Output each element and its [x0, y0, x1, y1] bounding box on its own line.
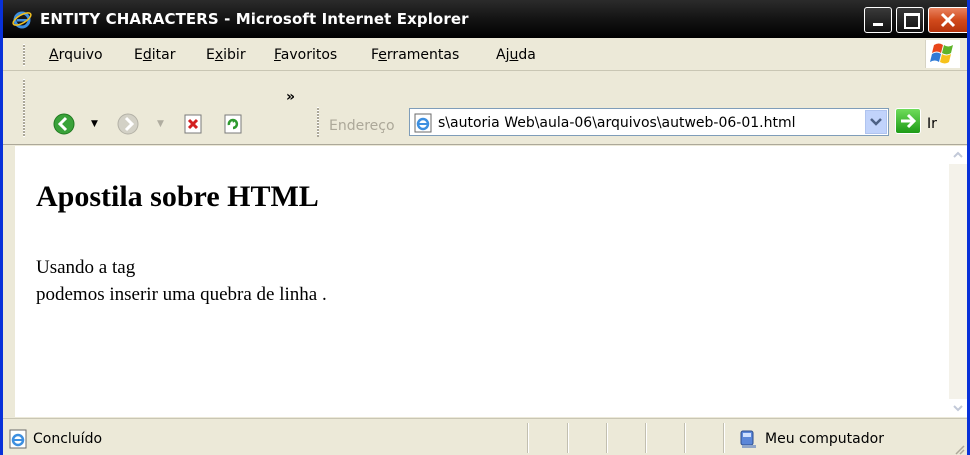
menubar-grip[interactable] [23, 44, 25, 66]
computer-zone-icon [740, 430, 756, 448]
scroll-up-button[interactable] [949, 146, 967, 164]
windows-flag-logo [925, 40, 960, 68]
window-title: ENTITY CHARACTERS - Microsoft Internet E… [40, 10, 469, 28]
menu-editar[interactable]: Editar [134, 46, 175, 64]
back-arrow-icon [53, 113, 75, 135]
minimize-icon [873, 23, 883, 26]
address-bar[interactable]: s\autoria Web\aula-06\arquivos\autweb-06… [409, 108, 889, 136]
menu-favoritos[interactable]: Favoritos [274, 46, 337, 64]
close-icon [940, 12, 956, 28]
back-button[interactable] [53, 113, 75, 139]
scroll-down-button[interactable] [949, 399, 967, 417]
forward-button[interactable] [117, 113, 139, 139]
address-input[interactable]: s\autoria Web\aula-06\arquivos\autweb-06… [438, 114, 796, 132]
toolbar-overflow-chevron-icon[interactable]: » [286, 89, 295, 105]
address-dropdown-button[interactable] [865, 110, 887, 134]
toolbar: ▼ ▼ » Endereço s\autoria Web\aula-06\arq… [3, 71, 967, 145]
stop-button[interactable] [183, 114, 203, 138]
page-done-icon [9, 429, 27, 449]
menu-bar: Arquivo Editar Exibir Favoritos Ferramen… [3, 38, 967, 71]
stop-icon [184, 114, 202, 134]
minimize-button[interactable] [864, 7, 892, 33]
resize-grip-icon[interactable] [953, 443, 965, 455]
go-button[interactable] [895, 108, 921, 134]
status-separator [606, 423, 608, 453]
refresh-button[interactable] [223, 114, 243, 138]
menu-exibir[interactable]: Exibir [206, 46, 246, 64]
browser-window: ENTITY CHARACTERS - Microsoft Internet E… [0, 0, 970, 455]
menu-ferramentas[interactable]: Ferramentas [371, 46, 459, 64]
maximize-button[interactable] [896, 7, 924, 33]
windows-flag-icon [930, 43, 953, 64]
paragraph-line-1: Usando a tag [36, 257, 136, 278]
page-heading: Apostila sobre HTML [36, 180, 319, 213]
forward-arrow-icon [117, 113, 139, 135]
status-bar: Concluído Meu computador [3, 418, 967, 455]
address-label: Endereço [329, 118, 395, 134]
page-content: Apostila sobre HTML Usando a tag podemos … [15, 146, 949, 417]
scroll-up-icon [953, 151, 963, 158]
close-button[interactable] [928, 7, 967, 33]
scroll-down-icon [953, 405, 963, 412]
status-separator [527, 423, 529, 453]
status-separator [723, 423, 725, 453]
status-separator [684, 423, 686, 453]
status-separator [645, 423, 647, 453]
menu-arquivo[interactable]: Arquivo [49, 46, 103, 64]
title-bar[interactable]: ENTITY CHARACTERS - Microsoft Internet E… [3, 0, 967, 38]
status-separator [567, 423, 569, 453]
page-paragraph: Usando a tag podemos inserir uma quebra d… [36, 254, 327, 308]
forward-dropdown-icon[interactable]: ▼ [157, 119, 164, 129]
ie-logo-icon [12, 11, 32, 29]
go-arrow-icon [901, 113, 917, 129]
menu-ajuda[interactable]: Ajuda [496, 46, 536, 64]
go-label[interactable]: Ir [927, 116, 937, 132]
chevron-down-icon [870, 118, 882, 126]
maximize-icon [904, 13, 920, 29]
toolbar-grip[interactable] [23, 79, 25, 137]
page-icon [414, 113, 432, 133]
back-dropdown-icon[interactable]: ▼ [91, 119, 98, 129]
vertical-scrollbar[interactable] [949, 146, 967, 417]
status-text: Concluído [33, 431, 103, 447]
refresh-icon [224, 114, 242, 134]
address-grip[interactable] [317, 107, 319, 137]
paragraph-line-2: podemos inserir uma quebra de linha . [36, 284, 327, 305]
security-zone-text: Meu computador [765, 431, 884, 447]
